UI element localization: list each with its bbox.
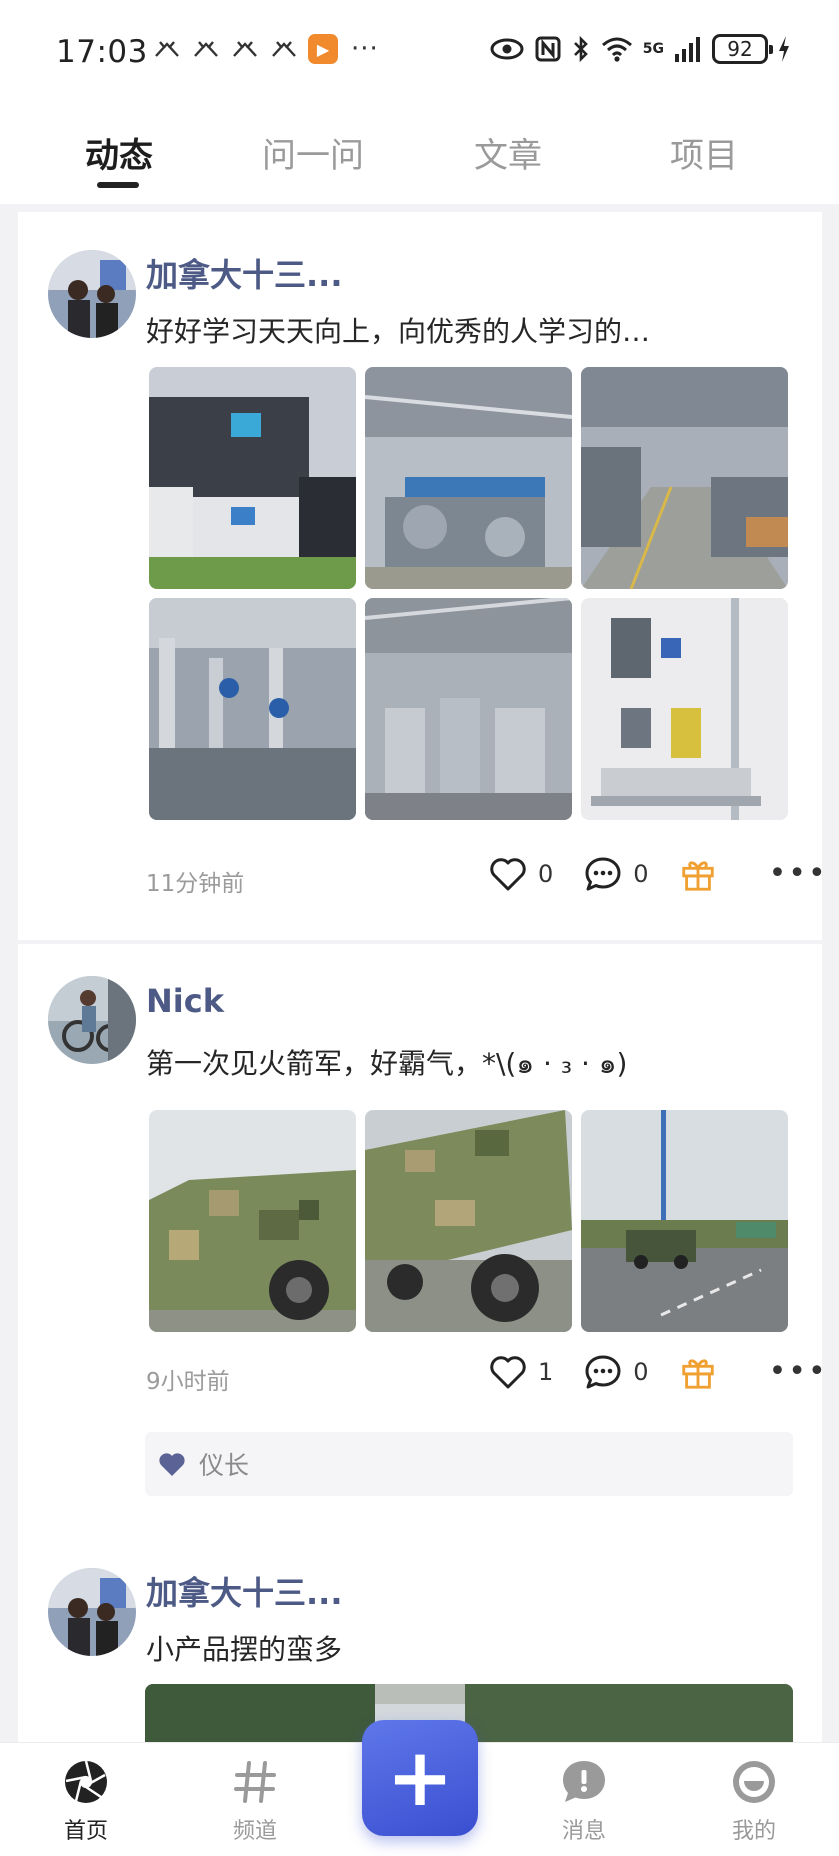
status-time: 17:03 [56,34,148,70]
wifi-icon [601,37,632,62]
create-post-button[interactable]: + [362,1720,478,1836]
post-actions: 0 0 ••• [488,854,828,894]
profile-icon [733,1761,775,1803]
network-type: 5G [642,41,664,57]
tab-projects[interactable]: 项目 [670,128,738,177]
username[interactable]: 加拿大十三... [146,250,342,296]
post-image[interactable] [581,598,788,820]
message-icon [563,1761,605,1802]
image-grid [149,367,788,820]
status-bar: 17:03 ▶ ··· 5G 92 [0,0,839,100]
like-button[interactable]: 0 [488,854,553,894]
nfc-icon [535,36,561,62]
hashtag-icon [234,1761,276,1803]
gift-button[interactable] [679,1353,717,1391]
like-count: 0 [538,860,554,888]
nav-messages[interactable]: 消息 [524,1757,644,1845]
more-options-icon[interactable]: ••• [769,859,828,889]
comment-icon [585,1355,621,1389]
tab-articles[interactable]: 文章 [474,128,542,177]
notification-icons: ▶ ··· [152,34,379,64]
avatar[interactable] [48,250,136,338]
liked-by-name[interactable]: 仪长 [199,1446,249,1482]
tab-ask[interactable]: 问一问 [262,128,364,177]
post-time: 9小时前 [146,1369,230,1395]
heart-filled-icon [159,1453,185,1476]
heart-icon [490,1356,526,1389]
comment-button[interactable]: 0 [583,1352,649,1392]
post-image[interactable] [149,598,356,820]
liked-by-bar[interactable]: 仪长 [145,1432,793,1496]
nav-home-label: 首页 [63,1819,108,1844]
comment-count: 0 [633,1358,649,1386]
post-actions: 1 0 ••• [488,1352,828,1392]
tab-dynamic[interactable]: 动态 [85,128,153,177]
post-image[interactable] [149,1110,356,1332]
avatar[interactable] [48,1568,136,1656]
like-count: 1 [538,1358,554,1386]
video-app-icon: ▶ [308,34,338,64]
signal-icon [675,37,700,62]
notification-icon [152,34,182,64]
nav-messages-label: 消息 [561,1819,606,1844]
post-text[interactable]: 好好学习天天向上，向优秀的人学习的… [146,310,650,350]
post-image[interactable] [365,367,572,589]
avatar[interactable] [48,976,136,1064]
notification-icon [191,34,221,64]
more-notifications-icon: ··· [351,34,379,64]
notification-icon [230,34,260,64]
battery-icon: 92 [712,34,773,64]
gift-icon [681,861,714,891]
active-tab-indicator [97,182,139,188]
nav-home[interactable]: 首页 [26,1757,146,1845]
post-image[interactable] [149,367,356,589]
charging-icon [779,36,789,62]
notification-icon [269,34,299,64]
heart-icon [490,858,526,891]
post-text[interactable]: 小产品摆的蛮多 [146,1628,342,1668]
comment-icon [585,857,621,891]
bluetooth-icon [573,35,588,63]
more-options-icon[interactable]: ••• [769,1357,828,1387]
system-icons: 5G 92 [489,34,791,64]
aperture-icon [65,1760,107,1803]
top-tabs: 动态 问一问 文章 项目 [0,100,839,204]
plus-icon: + [386,1731,454,1824]
nav-profile[interactable]: 我的 [694,1757,814,1845]
image-grid [149,1110,788,1332]
post-image[interactable] [581,1110,788,1332]
nav-channel-label: 频道 [232,1819,277,1844]
gift-icon [681,1359,714,1389]
comment-count: 0 [633,860,649,888]
username[interactable]: Nick [146,982,224,1020]
username[interactable]: 加拿大十三... [146,1568,342,1614]
comment-button[interactable]: 0 [583,854,649,894]
battery-level: 92 [727,37,753,61]
nav-channel[interactable]: 频道 [195,1757,315,1845]
post-card[interactable]: 加拿大十三... 好好学习天天向上，向优秀的人学习的… 11分钟前 0 0 ••… [18,212,826,940]
post-time: 11分钟前 [146,871,245,897]
eye-icon [490,38,524,60]
nav-profile-label: 我的 [731,1819,776,1844]
post-image[interactable] [365,598,572,820]
post-image[interactable] [581,367,788,589]
like-button[interactable]: 1 [488,1352,553,1392]
post-image[interactable] [365,1110,572,1332]
post-text[interactable]: 第一次见火箭军，好霸气，*\(๑ · ₃ · ๑) [146,1042,627,1086]
gift-button[interactable] [679,855,717,893]
